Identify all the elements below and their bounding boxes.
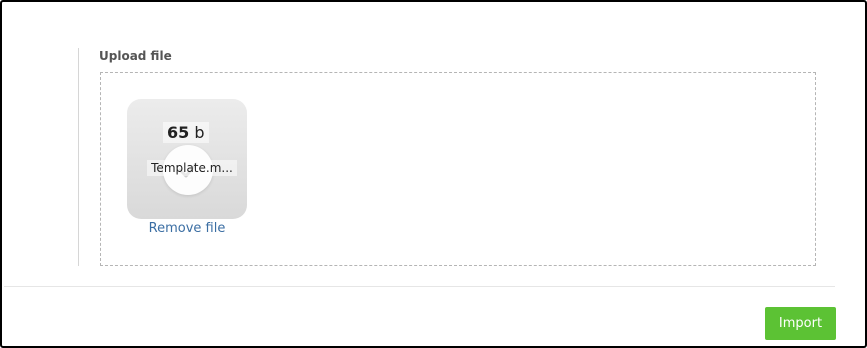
file-size: 65 b [163,122,209,143]
section-left-rule [78,48,79,266]
footer-divider [4,286,835,287]
file-size-unit: b [194,123,205,142]
file-preview-card: 65 b Template.m... [127,99,247,219]
file-size-value: 65 [167,123,190,142]
remove-file-link[interactable]: Remove file [127,221,247,236]
file-name: Template.m... [147,160,237,176]
upload-file-label: Upload file [99,49,172,63]
import-button[interactable]: Import [765,307,836,340]
dialog-frame: Upload file 65 b Template.m... Remove fi… [0,0,867,348]
file-dropzone[interactable]: 65 b Template.m... Remove file [100,72,816,266]
